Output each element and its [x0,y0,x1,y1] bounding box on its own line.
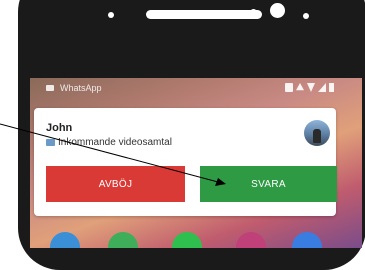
green-app-icon[interactable] [108,232,138,248]
signal-icon [318,83,326,92]
wifi-icon [307,83,315,92]
answer-button[interactable]: SVARA [200,166,337,202]
phone-screen: WhatsApp John Inkommande videosamtal AVB… [30,78,362,248]
video-camera-icon [46,139,55,146]
battery-icon [329,83,334,92]
sensor-dot [303,13,309,19]
app-dock [30,228,362,248]
avatar [304,120,330,146]
telegram-icon[interactable] [50,232,80,248]
status-app-name: WhatsApp [60,83,102,93]
nfc-icon [285,83,293,92]
decline-button[interactable]: AVBÖJ [46,166,185,202]
call-subtitle: Inkommande videosamtal [46,137,172,148]
caller-name: John [46,122,73,134]
instagram-icon[interactable] [236,232,266,248]
status-bar: WhatsApp [30,78,362,98]
incoming-call-notification[interactable]: John Inkommande videosamtal AVBÖJ SVARA [34,108,337,216]
messenger-icon[interactable] [292,232,322,248]
status-app: WhatsApp [46,83,102,93]
earpiece [146,10,262,19]
proximity-sensor [250,9,257,16]
mute-icon [296,83,304,91]
call-subtitle-text: Inkommande videosamtal [58,137,172,148]
front-sensor-small [108,12,114,18]
whatsapp-icon[interactable] [172,232,202,248]
front-camera [270,3,285,18]
status-icons [285,83,334,92]
avatar-figure [313,129,321,143]
video-call-status-icon [46,85,54,91]
